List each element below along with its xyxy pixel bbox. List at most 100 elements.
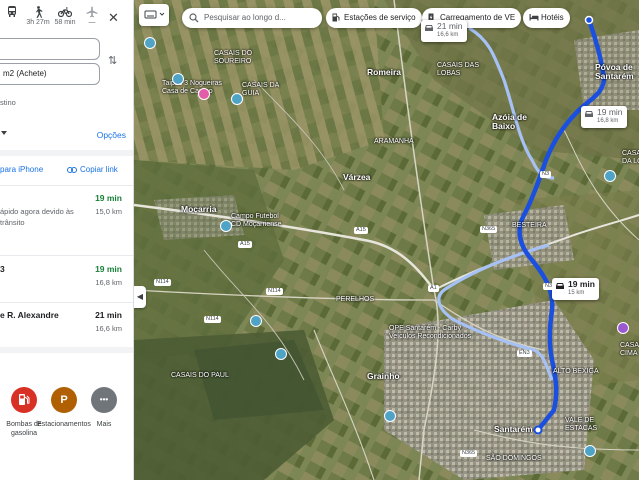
gas-pump-icon — [332, 13, 340, 22]
route-name: 3 — [0, 264, 5, 274]
poi-pin[interactable] — [231, 93, 243, 105]
parking-icon: P — [60, 394, 68, 406]
route-callout-alt-1[interactable]: 21 min 16,6 km — [421, 20, 467, 42]
chevron-down-icon[interactable] — [1, 131, 7, 135]
divider — [0, 347, 133, 353]
callout-distance: 16,6 km — [437, 32, 459, 38]
divider — [0, 150, 133, 156]
copy-link-button[interactable]: Copiar link — [67, 165, 118, 174]
route-callout-selected[interactable]: 19 min 15 km — [552, 278, 599, 300]
divider — [0, 185, 133, 186]
place-label: ALTO BEXIGA — [553, 368, 599, 375]
road-shield: A1 — [428, 285, 439, 292]
place-label: Póvoa de Santarém — [595, 62, 634, 81]
chip-label: Hotéis — [541, 13, 564, 22]
walking-mode[interactable]: 3h 27m — [26, 4, 50, 26]
route-time: 19 min — [95, 193, 122, 203]
satellite-map[interactable]: ◀ Pesquisar ao longo d... Estações de se… — [134, 0, 639, 480]
place-label: CASAISDA LOBA — [622, 150, 639, 165]
search-icon — [189, 13, 199, 23]
road-shield: N365 — [480, 226, 498, 233]
car-icon — [556, 283, 564, 289]
cycling-mode[interactable]: 58 min — [53, 4, 77, 26]
car-icon — [425, 25, 433, 31]
poi-pin[interactable] — [172, 73, 184, 85]
road-shield: A15 — [354, 227, 368, 234]
parking-label: Estacionamentos — [37, 421, 91, 428]
send-to-iphone-link[interactable]: para iPhone — [0, 165, 43, 174]
callout-time: 19 min — [597, 107, 623, 117]
place-label: Várzea — [343, 172, 371, 182]
place-label: CASAIS DO SOUREIRO — [214, 50, 253, 65]
place-label: BESTEIRA — [512, 222, 547, 229]
route-name: e R. Alexandre — [0, 310, 59, 320]
place-label[interactable]: Taipas 3 Nogueiras Casa de Campo — [162, 80, 222, 96]
search-along-route-input[interactable]: Pesquisar ao longo d... — [182, 8, 322, 28]
place-label: ARAMANHA — [374, 138, 414, 145]
place-label: Santarém — [494, 424, 533, 434]
airplane-icon — [86, 6, 98, 18]
route-description: ápido agora devido às trânsito — [0, 207, 74, 227]
parking-button[interactable]: P — [51, 387, 77, 413]
poi-pin[interactable] — [275, 348, 287, 360]
cycling-time: 58 min — [54, 19, 76, 26]
copy-link-label: Copiar link — [80, 165, 118, 174]
swap-icon[interactable]: ⇅ — [108, 54, 117, 67]
bed-icon — [529, 14, 539, 21]
route-option-1[interactable]: 19 min 15,0 km ápido agora devido às trâ… — [0, 193, 133, 248]
route-option-2[interactable]: 3 19 min 16,8 km — [0, 264, 133, 294]
poi-pin[interactable] — [198, 88, 210, 100]
gas-pump-icon — [19, 394, 30, 405]
route-time: 21 min — [95, 310, 122, 320]
poi-pin[interactable] — [220, 220, 232, 232]
place-label: CASAL DACIMA — [620, 342, 639, 357]
search-placeholder: Pesquisar ao longo d... — [204, 13, 286, 22]
divider — [0, 255, 133, 256]
place-label[interactable]: Campo Futebol CD Moçarriense — [231, 213, 282, 229]
road-shield: N3 — [543, 283, 555, 290]
flight-mode[interactable]: — — [80, 4, 104, 26]
add-destination-link[interactable]: stino — [0, 98, 16, 107]
poi-pin[interactable] — [384, 410, 396, 422]
place-label: Romeira — [367, 67, 402, 77]
chip-label: Estações de serviço — [344, 13, 416, 22]
destination-field[interactable]: m2 (Achete) — [0, 63, 100, 85]
poi-pin[interactable] — [617, 322, 629, 334]
poi-pin[interactable] — [584, 445, 596, 457]
origin-field[interactable] — [0, 38, 100, 60]
callout-distance: 15 km — [568, 290, 585, 296]
road-shield: N3 — [540, 171, 552, 178]
poi-pin[interactable] — [144, 37, 156, 49]
place-label: VALE DE ESTACAS — [565, 417, 598, 432]
place-label[interactable]: OPE Santarém - Carby Veículos Recondicion… — [389, 325, 471, 341]
route-callout-alt-2[interactable]: 19 min 16,8 km — [581, 106, 627, 128]
gas-station-button[interactable] — [11, 387, 37, 413]
road-shield: N114 — [204, 316, 221, 323]
collapse-panel-button[interactable]: ◀ — [134, 286, 146, 308]
route-time: 19 min — [95, 264, 122, 274]
place-label: SÃO DOMINGOS — [486, 455, 542, 462]
poi-pin[interactable] — [250, 315, 262, 327]
callout-time: 21 min — [437, 21, 463, 31]
layers-button[interactable] — [139, 4, 169, 26]
place-label: CASAIS DAS LOBAS — [437, 62, 480, 77]
callout-time: 19 min — [568, 279, 595, 289]
poi-pin[interactable] — [604, 170, 616, 182]
road-shield: A15 — [238, 241, 252, 248]
place-label: PERELHOS — [336, 296, 375, 303]
place-label: Azóia de Baixo — [492, 112, 527, 131]
place-label: CASAIS DO PAUL — [171, 372, 229, 379]
more-button[interactable]: ••• — [91, 387, 117, 413]
road-shield: N114 — [154, 279, 171, 286]
options-row: Opções — [0, 128, 133, 144]
flight-time: — — [88, 19, 96, 26]
hotels-chip[interactable]: Hotéis — [523, 8, 570, 28]
options-button[interactable]: Opções — [97, 130, 126, 140]
transit-mode[interactable] — [0, 4, 24, 18]
gas-stations-chip[interactable]: Estações de serviço — [326, 8, 422, 28]
walking-icon — [36, 6, 43, 18]
share-links: para iPhone Copiar link — [0, 164, 133, 178]
route-option-3[interactable]: e R. Alexandre 21 min 16,6 km — [0, 310, 133, 340]
road-shield: N114 — [266, 288, 283, 295]
close-icon[interactable]: ✕ — [108, 10, 119, 26]
